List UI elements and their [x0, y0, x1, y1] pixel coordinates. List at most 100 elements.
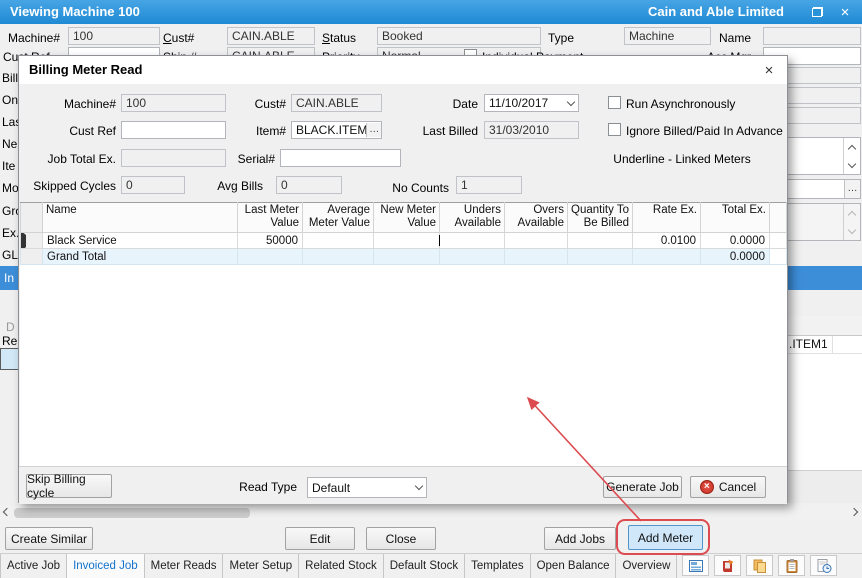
grid-line — [832, 336, 833, 354]
col-header-quantity-to-be-billed[interactable]: Quantity To Be Billed — [568, 203, 633, 233]
bg-name-field — [763, 27, 861, 45]
bg-left-label-on: On — [2, 93, 18, 107]
tab-default-stock[interactable]: Default Stock — [384, 554, 465, 578]
dlg-skipped-label: Skipped Cycles — [19, 179, 116, 193]
bg-right-grid-row[interactable]: .ITEM1 — [788, 336, 862, 354]
scroll-left-icon[interactable] — [1, 507, 13, 519]
col-header-name[interactable]: Name — [43, 203, 238, 233]
grand-new-meter — [374, 249, 440, 265]
bg-left-label-model: Mo — [2, 181, 19, 195]
close-icon: × — [765, 62, 774, 79]
cell-name[interactable]: Black Service — [43, 233, 238, 249]
tab-related-stock[interactable]: Related Stock — [299, 554, 384, 578]
dlg-serial-field[interactable] — [280, 149, 401, 167]
cell-last-meter-value[interactable]: 50000 — [238, 233, 303, 249]
tab-invoiced-job[interactable]: Invoiced Job — [67, 554, 145, 578]
spinner-down-icon — [844, 222, 860, 240]
bg-lower-re-label: Re — [2, 334, 17, 348]
dlg-nocounts-field: 1 — [456, 176, 522, 194]
dlg-cust-field: CAIN.ABLE — [291, 94, 382, 112]
bg-left-label-gl: GL — [2, 248, 18, 262]
spinner-up-icon[interactable] — [844, 138, 860, 156]
bg-machine-label: Machine# — [8, 31, 60, 45]
dlg-jobtotal-label: Job Total Ex. — [19, 152, 116, 166]
item-lookup-ellipsis-icon[interactable]: … — [366, 123, 381, 137]
col-header-rate-ex[interactable]: Rate Ex. — [633, 203, 701, 233]
ignore-billed-checkbox[interactable] — [608, 123, 621, 136]
bg-status-label: Status — [322, 31, 356, 45]
skip-billing-cycle-button[interactable]: Skip Billing cycle — [26, 474, 112, 498]
bg-cust-field: CAIN.ABLE — [227, 27, 315, 45]
company-name: Cain and Able Limited — [648, 4, 784, 19]
cancel-x-icon: × — [700, 480, 714, 494]
book-button[interactable] — [714, 555, 741, 576]
grand-name: Grand Total — [43, 249, 238, 265]
current-row-arrow-icon — [21, 233, 26, 249]
edit-caret — [439, 235, 440, 246]
dlg-date-combo[interactable]: 11/10/2017 — [484, 94, 579, 112]
bg-right-grid-body — [788, 354, 862, 470]
window-close-button[interactable]: × — [834, 2, 856, 22]
col-header-average-meter-value[interactable]: Average Meter Value — [303, 203, 374, 233]
close-button[interactable]: Close — [366, 527, 436, 550]
spinner-down-icon[interactable] — [844, 156, 860, 174]
clipboard-icon — [784, 558, 800, 574]
tab-overview[interactable]: Overview — [616, 554, 677, 578]
scroll-right-icon[interactable] — [848, 507, 860, 519]
cell-average-meter-value[interactable] — [303, 233, 374, 249]
dlg-item-value: BLACK.ITEM1 — [296, 123, 366, 137]
dlg-date-label: Date — [399, 97, 478, 111]
generate-job-button[interactable]: Generate Job — [603, 476, 682, 498]
bg-grid-item-fragment: .ITEM1 — [789, 337, 828, 351]
grand-overs — [505, 249, 568, 265]
col-header-overs-available[interactable]: Overs Available — [505, 203, 568, 233]
dialog-titlebar: Billing Meter Read × — [19, 56, 787, 84]
tab-meter-setup[interactable]: Meter Setup — [223, 554, 299, 578]
report-layout-button[interactable] — [682, 555, 709, 576]
grid-header-row: Name Last Meter Value Average Meter Valu… — [21, 203, 787, 233]
dlg-avgbills-field: 0 — [276, 176, 342, 194]
copy-button[interactable] — [746, 555, 773, 576]
dlg-item-label: Item# — [189, 124, 286, 138]
col-header-total-ex[interactable]: Total Ex. — [701, 203, 770, 233]
add-meter-button[interactable]: Add Meter — [628, 525, 703, 550]
dlg-cust-label: Cust# — [189, 97, 286, 111]
scrollbar-thumb[interactable] — [14, 508, 250, 518]
tab-active-job[interactable]: Active Job — [0, 554, 67, 578]
tab-meter-reads[interactable]: Meter Reads — [145, 554, 224, 578]
bg-right-panel — [788, 296, 862, 316]
cancel-label: Cancel — [719, 480, 756, 494]
tab-templates[interactable]: Templates — [465, 554, 530, 578]
ellipsis-icon[interactable]: … — [844, 180, 860, 198]
edit-button[interactable]: Edit — [285, 527, 355, 550]
bg-lower-d-label: D — [6, 320, 15, 334]
grand-total-ex: 0.0000 — [701, 249, 770, 265]
col-header-last-meter-value[interactable]: Last Meter Value — [238, 203, 303, 233]
restore-button[interactable] — [806, 2, 828, 22]
restore-icon — [812, 7, 823, 17]
cell-total-ex[interactable]: 0.0000 — [701, 233, 770, 249]
col-header-new-meter-value[interactable]: New Meter Value — [374, 203, 440, 233]
col-header-unders-available[interactable]: Unders Available — [440, 203, 505, 233]
grid-data-row: Black Service 50000 0.0100 0.0000 — [21, 233, 787, 249]
cell-rate-ex[interactable]: 0.0100 — [633, 233, 701, 249]
bg-name-label: Name — [719, 31, 751, 45]
read-type-combo[interactable]: Default — [307, 477, 427, 498]
cancel-button[interactable]: × Cancel — [690, 476, 766, 498]
time-report-button[interactable] — [810, 555, 837, 576]
chevron-down-icon — [415, 482, 423, 490]
cell-unders-available[interactable] — [440, 233, 505, 249]
row-selector-cell[interactable] — [21, 233, 43, 249]
dlg-item-field[interactable]: BLACK.ITEM1 … — [291, 121, 382, 139]
underline-linked-meters-note: Underline - Linked Meters — [599, 152, 765, 166]
cell-overs-available[interactable] — [505, 233, 568, 249]
cell-new-meter-value[interactable] — [374, 233, 440, 249]
dlg-lastbilled-field: 31/03/2010 — [484, 121, 579, 139]
tab-open-balance[interactable]: Open Balance — [531, 554, 617, 578]
clipboard-button[interactable] — [778, 555, 805, 576]
add-jobs-button[interactable]: Add Jobs — [544, 527, 616, 550]
create-similar-button[interactable]: Create Similar — [5, 527, 93, 550]
run-asynchronously-checkbox[interactable] — [608, 96, 621, 109]
dialog-close-button[interactable]: × — [759, 60, 779, 80]
cell-quantity-to-be-billed[interactable] — [568, 233, 633, 249]
